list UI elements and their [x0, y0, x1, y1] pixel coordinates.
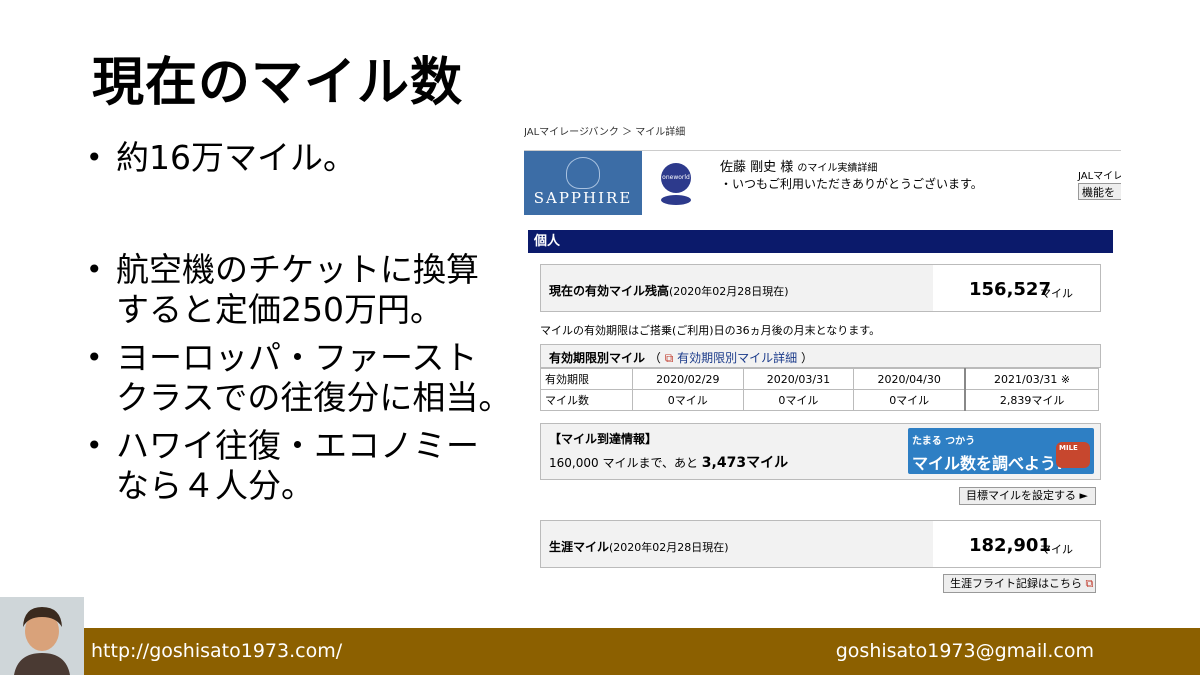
- footer-bar: http://goshisato1973.com/ goshisato1973@…: [0, 628, 1200, 675]
- target-label: 【マイル到達情報】: [549, 432, 658, 446]
- function-select[interactable]: 機能を: [1078, 183, 1121, 200]
- breadcrumb[interactable]: JALマイレージバンク ＞ マイル詳細: [524, 123, 685, 138]
- row-label: マイル数: [540, 389, 633, 411]
- bullet-item: • 航空機のチケットに換算 すると定価250万円。: [86, 250, 479, 330]
- bullet-item: • 約16万マイル。: [86, 138, 356, 178]
- member-name-text: 佐藤 剛史 様: [720, 160, 794, 175]
- expiry-table: 有効期限 2020/02/29 2020/03/31 2020/04/30 20…: [540, 368, 1100, 411]
- miles-cell: 2,839マイル: [964, 389, 1100, 411]
- expiry-header-text: 有効期限別マイル （ ⧉ 有効期限別マイル詳細 ）: [549, 351, 813, 365]
- bullet-text: ハワイ往復・エコノミー なら４人分。: [116, 426, 479, 505]
- section-header: 個人: [528, 230, 1113, 253]
- external-link-icon: ⧉: [664, 351, 674, 365]
- balance-box: 現在の有効マイル残高(2020年02月28日現在) 156,527 マイル: [540, 264, 1101, 312]
- expiry-detail-link[interactable]: 有効期限別マイル詳細: [677, 351, 797, 365]
- slide-title: 現在のマイル数: [92, 53, 464, 113]
- author-photo-icon: [0, 597, 84, 675]
- lifetime-value: 182,901: [969, 535, 1051, 556]
- banner-small-text: たまる つかう: [912, 436, 976, 447]
- table-row: マイル数 0マイル 0マイル 0マイル 2,839マイル: [540, 389, 1100, 411]
- banner-big-text: マイル数を調べよう!: [912, 454, 1064, 473]
- sapphire-status-badge: SAPPHIRE: [524, 151, 642, 215]
- table-row: 有効期限 2020/02/29 2020/03/31 2020/04/30 20…: [540, 368, 1100, 390]
- oneworld-logo-icon: oneworld: [661, 163, 691, 193]
- balance-value: 156,527: [969, 279, 1051, 300]
- expiry-note: マイルの有効期限はご搭乗(ご利用)日の36ヵ月後の月末となります。: [540, 324, 881, 337]
- bullet-dot: •: [86, 341, 103, 374]
- bullet-dot: •: [86, 429, 103, 462]
- status-brand: SAPPHIRE: [533, 189, 633, 207]
- target-text: 160,000 マイルまで、あと 3,473マイル: [549, 455, 789, 471]
- expiry-date-cell: 2020/03/31: [742, 368, 855, 390]
- lifetime-unit: マイル: [1040, 543, 1073, 556]
- bullet-item: • ハワイ往復・エコノミー なら４人分。: [86, 426, 479, 506]
- crest-icon: [566, 157, 600, 189]
- bullet-text: 約16万マイル。: [116, 138, 356, 177]
- lifetime-box: 生涯マイル(2020年02月28日現在) 182,901 マイル: [540, 520, 1101, 568]
- coin-stack-icon: MILE: [1056, 442, 1090, 468]
- row-label: 有効期限: [540, 368, 633, 390]
- bullet-dot: •: [86, 253, 103, 286]
- expiry-date-cell: 2020/02/29: [632, 368, 744, 390]
- miles-cell: 0マイル: [632, 389, 744, 411]
- set-target-button[interactable]: 目標マイルを設定する ►: [959, 487, 1096, 505]
- member-banner: SAPPHIRE oneworld 佐藤 剛史 様 のマイル実績詳細 ・いつもご…: [524, 150, 1121, 216]
- lifetime-label: 生涯マイル(2020年02月28日現在): [549, 540, 729, 554]
- greeting: ・いつもご利用いただきありがとうございます。: [720, 177, 983, 191]
- jal-mileage-screenshot: JALマイレージバンク ＞ マイル詳細 SAPPHIRE oneworld 佐藤…: [524, 118, 1121, 600]
- oneworld-logo-base: [661, 195, 691, 205]
- jal-right-label: JALマイレ: [1078, 171, 1121, 182]
- footer-email[interactable]: goshisato1973@gmail.com: [836, 640, 1094, 662]
- miles-cell: 0マイル: [853, 389, 966, 411]
- member-name: 佐藤 剛史 様 のマイル実績詳細: [720, 156, 877, 175]
- flight-record-label: 生涯フライト記録はこちら: [950, 577, 1082, 590]
- mile-search-banner[interactable]: たまる つかう マイル数を調べよう! MILE: [908, 428, 1094, 474]
- avatar: [0, 597, 84, 675]
- bullet-item: • ヨーロッパ・ファースト クラスでの往復分に相当。: [86, 338, 511, 418]
- bullet-text: ヨーロッパ・ファースト クラスでの往復分に相当。: [116, 338, 512, 417]
- bullet-dot: •: [86, 141, 103, 174]
- miles-cell: 0マイル: [742, 389, 855, 411]
- banner-badge: MILE: [1059, 444, 1078, 452]
- bullet-text: 航空機のチケットに換算 すると定価250万円。: [116, 250, 479, 329]
- expiry-date-cell: 2021/03/31 ※: [964, 368, 1100, 390]
- member-name-suffix: のマイル実績詳細: [797, 163, 878, 174]
- balance-label: 現在の有効マイル残高(2020年02月28日現在): [549, 284, 789, 298]
- expiry-date-cell: 2020/04/30: [853, 368, 966, 390]
- footer-url[interactable]: http://goshisato1973.com/: [91, 640, 342, 662]
- flight-record-button[interactable]: 生涯フライト記録はこちら ⧉: [943, 574, 1096, 593]
- balance-unit: マイル: [1040, 287, 1073, 300]
- expiry-header: 有効期限別マイル （ ⧉ 有効期限別マイル詳細 ）: [540, 344, 1101, 368]
- external-link-icon: ⧉: [1085, 577, 1094, 590]
